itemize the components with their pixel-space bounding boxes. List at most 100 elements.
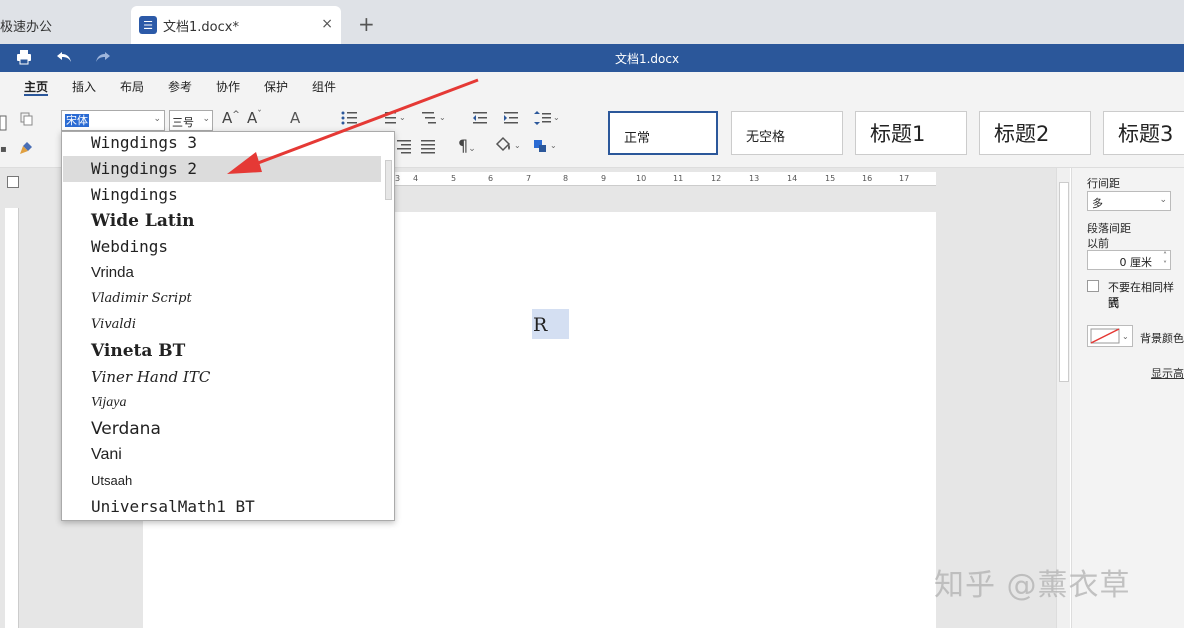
svg-text:⌄: ⌄	[399, 113, 406, 122]
style-heading3[interactable]: 标题3	[1103, 111, 1184, 155]
ruler-tick: 15	[825, 174, 836, 183]
spinner-icon[interactable]: ˄ ˅	[1163, 251, 1167, 269]
vertical-ruler[interactable]	[5, 208, 19, 628]
close-tab-icon[interactable]: ×	[321, 16, 333, 32]
line-spacing-icon[interactable]: ⌄	[534, 110, 560, 130]
copy-icon[interactable]	[20, 112, 34, 130]
font-option[interactable]: Webdings	[63, 234, 381, 260]
style-heading2[interactable]: 标题2	[979, 111, 1091, 155]
font-name-value: 宋体	[65, 114, 89, 127]
menu-layout[interactable]: 布局	[120, 78, 144, 95]
increase-font-icon[interactable]: A^	[222, 109, 240, 127]
font-option[interactable]: Wingdings	[63, 182, 381, 208]
menu-collaborate[interactable]: 协作	[216, 78, 240, 95]
ruler-tick: 12	[711, 174, 722, 183]
style-heading1[interactable]: 标题1	[855, 111, 967, 155]
font-option[interactable]: Vijaya	[63, 390, 381, 416]
font-option[interactable]: UniversalMath1 BT	[63, 494, 381, 520]
format-painter-icon[interactable]	[18, 140, 34, 160]
paragraph-settings-panel: 行间距 多 ⌄ 段落间距 以前 0 厘米 ˄ ˅ 不要在相同样式 隔 ⌄ 背景颜色…	[1071, 168, 1184, 628]
bullet-list-icon[interactable]	[340, 110, 358, 130]
font-dropdown-list[interactable]: Wingdings 3 Wingdings 2 Wingdings Wide Lati…	[61, 131, 395, 521]
style-no-spacing[interactable]: 无空格	[731, 111, 843, 155]
line-spacing-label: 行间距	[1087, 177, 1120, 190]
style-normal[interactable]: 正常	[608, 111, 718, 155]
font-option[interactable]: Utsaah	[63, 468, 381, 494]
menu-home[interactable]: 主页	[24, 78, 48, 95]
ruler-tick: 11	[673, 174, 684, 183]
document-tab-label: 文档1.docx*	[163, 19, 239, 35]
font-name-select[interactable]: 宋体 ⌄	[61, 110, 165, 131]
menu-insert[interactable]: 插入	[72, 78, 96, 95]
menu-bar: 主页 插入 布局 参考 协作 保护 组件	[0, 72, 1184, 100]
document-tab[interactable]: ☰ 文档1.docx* ×	[131, 6, 341, 44]
multilevel-list-icon[interactable]: ⌄	[420, 110, 446, 130]
ruler-tick: 16	[862, 174, 873, 183]
numbered-list-icon[interactable]: ⌄	[380, 110, 406, 130]
scrollbar-thumb[interactable]	[1059, 182, 1069, 382]
svg-text:⌄: ⌄	[550, 141, 557, 150]
ruler-tick: 3	[395, 174, 401, 183]
ruler-tick: 5	[451, 174, 457, 183]
justify-icon[interactable]	[420, 138, 436, 158]
menu-references[interactable]: 参考	[168, 78, 192, 95]
menu-protect[interactable]: 保护	[264, 78, 288, 95]
increase-indent-icon[interactable]	[503, 110, 519, 130]
paste-icon[interactable]	[0, 112, 8, 136]
font-option[interactable]: Vivaldi	[63, 312, 381, 338]
font-option[interactable]: Vrinda	[63, 260, 381, 286]
line-spacing-select[interactable]: 多 ⌄	[1087, 191, 1171, 211]
clear-format-icon[interactable]: A	[290, 109, 300, 127]
clipboard-icon[interactable]: ▪	[0, 144, 7, 155]
spacing-before-value: 0 厘米	[1119, 256, 1153, 269]
same-style-label-2: 隔	[1108, 296, 1119, 309]
background-color-picker[interactable]: ⌄	[1087, 325, 1133, 347]
shading-icon[interactable]: ⌄	[494, 136, 522, 158]
menu-plugins[interactable]: 组件	[312, 78, 336, 95]
font-size-select[interactable]: 三号 ⌄	[169, 110, 213, 131]
document-title: 文档1.docx	[614, 52, 680, 66]
font-option[interactable]: Wingdings 2	[63, 156, 381, 182]
font-option[interactable]: Viner Hand ITC	[63, 364, 381, 390]
same-style-checkbox[interactable]	[1087, 280, 1099, 292]
dropdown-scrollbar[interactable]	[383, 132, 394, 520]
show-advanced-link[interactable]: 显示高	[1151, 365, 1184, 381]
borders-icon[interactable]: ⌄	[532, 138, 560, 158]
svg-text:⌄: ⌄	[553, 113, 560, 122]
background-color-label: 背景颜色	[1140, 332, 1184, 345]
font-option[interactable]: Wide Latin	[63, 208, 381, 234]
font-option[interactable]: Wingdings 3	[63, 132, 381, 156]
style-no-spacing-label: 无空格	[746, 130, 786, 145]
title-bar: 文档1.docx	[0, 44, 1184, 72]
spacing-before-label: 以前	[1087, 237, 1109, 250]
style-heading2-label: 标题2	[994, 122, 1050, 146]
spacing-before-input[interactable]: 0 厘米 ˄ ˅	[1087, 250, 1171, 270]
selected-text[interactable]: R	[532, 309, 569, 339]
tab-bar: 极速办公 ☰ 文档1.docx* × +	[0, 0, 1184, 44]
style-heading1-label: 标题1	[870, 122, 926, 146]
font-option[interactable]: Verdana	[63, 416, 381, 442]
font-option[interactable]: Vani	[63, 442, 381, 468]
font-option[interactable]: Vineta BT	[63, 338, 381, 364]
vertical-scrollbar[interactable]	[1056, 168, 1070, 628]
dropdown-scrollbar-thumb[interactable]	[385, 160, 392, 200]
ruler-tick: 4	[413, 174, 419, 183]
app-tab-label: 极速办公	[0, 19, 53, 35]
chevron-down-icon: ⌄	[202, 114, 210, 124]
new-tab-button[interactable]: +	[358, 12, 375, 36]
tab-stop-selector[interactable]	[7, 176, 19, 188]
ruler-tick: 10	[636, 174, 647, 183]
font-option[interactable]: Vladimir Script	[63, 286, 381, 312]
app-tab[interactable]: 极速办公	[0, 6, 128, 44]
paragraph-spacing-label: 段落间距	[1087, 222, 1131, 235]
paragraph-marks-icon[interactable]: ¶⌄	[458, 136, 476, 155]
chevron-down-icon: ⌄	[153, 114, 161, 124]
align-right-icon[interactable]	[396, 138, 412, 158]
decrease-indent-icon[interactable]	[472, 110, 488, 130]
active-menu-indicator	[24, 94, 48, 96]
svg-text:⌄: ⌄	[1122, 332, 1129, 341]
ruler-tick: 7	[526, 174, 532, 183]
decrease-font-icon[interactable]: Aˇ	[247, 109, 262, 127]
document-icon: ☰	[139, 16, 157, 34]
line-spacing-value: 多	[1092, 197, 1103, 210]
